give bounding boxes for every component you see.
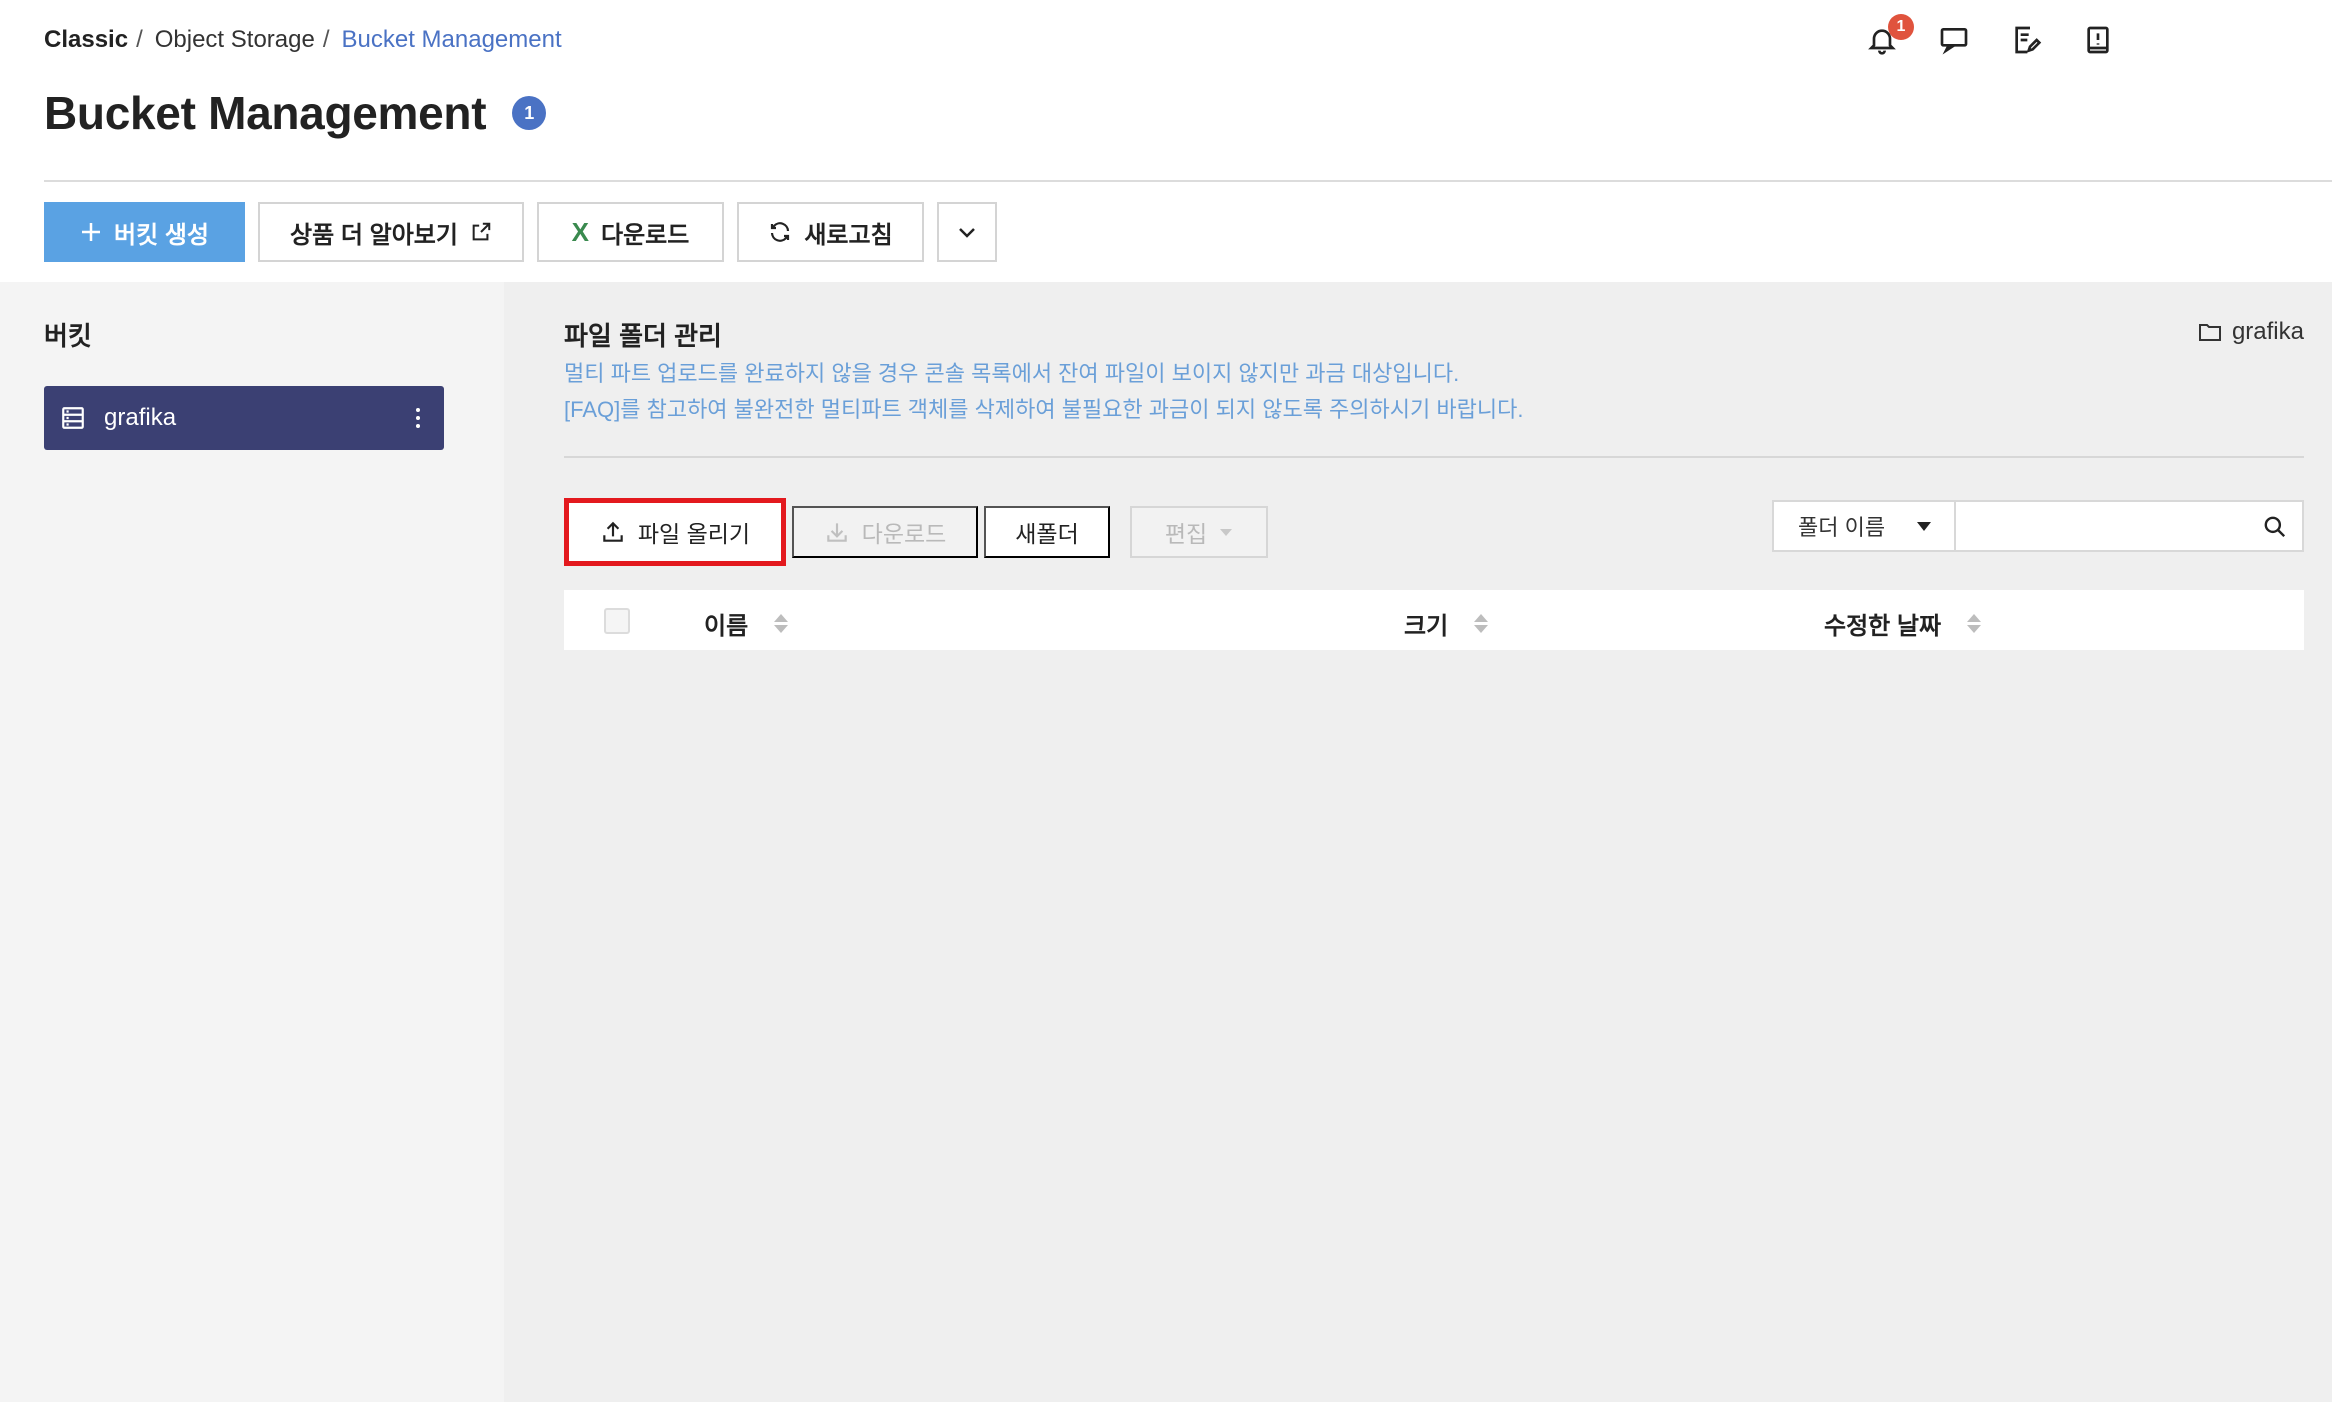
column-header-modified[interactable]: 수정한 날짜 xyxy=(1824,606,1982,641)
more-dropdown-button[interactable] xyxy=(937,202,997,262)
refresh-label: 새로고침 xyxy=(804,221,893,249)
download-file-label: 다운로드 xyxy=(861,521,947,547)
create-bucket-button[interactable]: 버킷 생성 xyxy=(44,202,245,262)
column-header-size[interactable]: 크기 xyxy=(1404,606,1489,641)
learn-more-label: 상품 더 알아보기 xyxy=(290,221,458,249)
edit-dropdown-button[interactable]: 편집 xyxy=(1130,506,1268,558)
search-icon xyxy=(2264,516,2286,538)
sort-icon xyxy=(1967,614,1982,633)
file-folder-panel: 파일 폴더 관리 멀티 파트 업로드를 완료하지 않을 경우 콘솔 목록에서 잔… xyxy=(504,282,2332,1402)
panel-divider xyxy=(564,456,2304,458)
storage-icon xyxy=(62,407,84,429)
refresh-icon xyxy=(771,222,790,242)
bucket-item-grafika[interactable]: grafika xyxy=(44,386,444,450)
page-title-badge: 1 xyxy=(512,96,547,130)
notification-button[interactable]: 1 xyxy=(1864,14,1914,58)
column-header-name[interactable]: 이름 xyxy=(704,606,789,641)
search-button[interactable] xyxy=(2262,514,2288,545)
upload-icon xyxy=(603,521,623,542)
folder-icon xyxy=(2198,324,2221,341)
toolbar: 버킷 생성 상품 더 알아보기 X 다운로드 새로고침 xyxy=(44,202,997,262)
upload-file-label: 파일 올리기 xyxy=(637,521,751,547)
column-header-modified-label: 수정한 날짜 xyxy=(1824,613,1942,640)
header-divider xyxy=(44,180,2332,182)
chat-icon xyxy=(1940,27,1968,55)
caret-down-icon xyxy=(1917,522,1931,531)
refresh-button[interactable]: 새로고침 xyxy=(737,202,924,262)
search-field-select-value: 폴더 이름 xyxy=(1798,515,1886,540)
caret-down-icon xyxy=(1220,529,1233,536)
sort-icon xyxy=(774,614,789,633)
excel-download-button[interactable]: X 다운로드 xyxy=(537,202,724,262)
sort-icon xyxy=(1474,614,1489,633)
panel-title: 파일 폴더 관리 xyxy=(564,321,722,351)
info-notice-line-2[interactable]: [FAQ]를 참고하여 불완전한 멀티파트 객체를 삭제하여 불필요한 과금이 … xyxy=(564,392,1523,424)
chat-button[interactable] xyxy=(1936,22,1972,58)
memo-button[interactable] xyxy=(2008,22,2044,58)
select-all-checkbox[interactable] xyxy=(604,608,630,634)
bucket-item-label: grafika xyxy=(104,404,177,431)
excel-icon: X xyxy=(571,216,589,247)
download-file-button[interactable]: 다운로드 xyxy=(792,506,978,558)
notification-badge: 1 xyxy=(1888,14,1914,40)
page-title-row: Bucket Management 1 xyxy=(44,86,547,140)
guide-button[interactable] xyxy=(2080,22,2116,58)
excel-download-label: 다운로드 xyxy=(601,221,690,249)
current-folder-path: grafika xyxy=(2198,318,2304,346)
breadcrumb-object-storage[interactable]: Object Storage xyxy=(155,26,315,54)
header-icons: 1 xyxy=(1864,14,2116,58)
download-icon xyxy=(826,523,847,542)
search-input[interactable] xyxy=(1956,502,2246,550)
search-field-select[interactable]: 폴더 이름 xyxy=(1772,500,1956,552)
plus-icon xyxy=(82,223,100,241)
guide-book-icon xyxy=(2087,26,2109,54)
breadcrumb: Classic / Object Storage / Bucket Manage… xyxy=(44,26,562,54)
memo-icon xyxy=(2015,26,2042,54)
search-input-wrap xyxy=(1956,500,2304,552)
new-folder-button[interactable]: 새폴더 xyxy=(984,506,1110,558)
sidebar-title: 버킷 xyxy=(44,321,92,351)
breadcrumb-classic[interactable]: Classic xyxy=(44,26,128,54)
chevron-down-icon xyxy=(959,228,975,238)
external-link-icon xyxy=(472,222,491,241)
info-notice-line-1: 멀티 파트 업로드를 완료하지 않을 경우 콘솔 목록에서 잔여 파일이 보이지… xyxy=(564,361,1460,386)
breadcrumb-separator: / xyxy=(322,26,330,53)
breadcrumb-bucket-management[interactable]: Bucket Management xyxy=(342,26,562,54)
search-bar: 폴더 이름 xyxy=(1772,500,2304,552)
header: Classic / Object Storage / Bucket Manage… xyxy=(0,0,2332,282)
create-bucket-label: 버킷 생성 xyxy=(114,221,209,249)
column-header-name-label: 이름 xyxy=(704,613,749,640)
file-actions: 파일 올리기 다운로드 새폴더 편집 xyxy=(564,498,1268,566)
new-folder-label: 새폴더 xyxy=(1015,521,1079,547)
column-header-size-label: 크기 xyxy=(1404,613,1449,640)
folder-path-label: grafika xyxy=(2231,318,2304,345)
bucket-sidebar: 버킷 grafika xyxy=(0,282,504,1402)
file-table-header: 이름 크기 수정한 날짜 xyxy=(564,590,2304,650)
bucket-kebab-menu-icon[interactable] xyxy=(408,408,428,428)
learn-more-button[interactable]: 상품 더 알아보기 xyxy=(258,202,524,262)
edit-label: 편집 xyxy=(1164,521,1208,547)
page-title: Bucket Management xyxy=(44,87,487,139)
upload-file-button[interactable]: 파일 올리기 xyxy=(564,498,786,566)
breadcrumb-separator: / xyxy=(136,26,143,53)
